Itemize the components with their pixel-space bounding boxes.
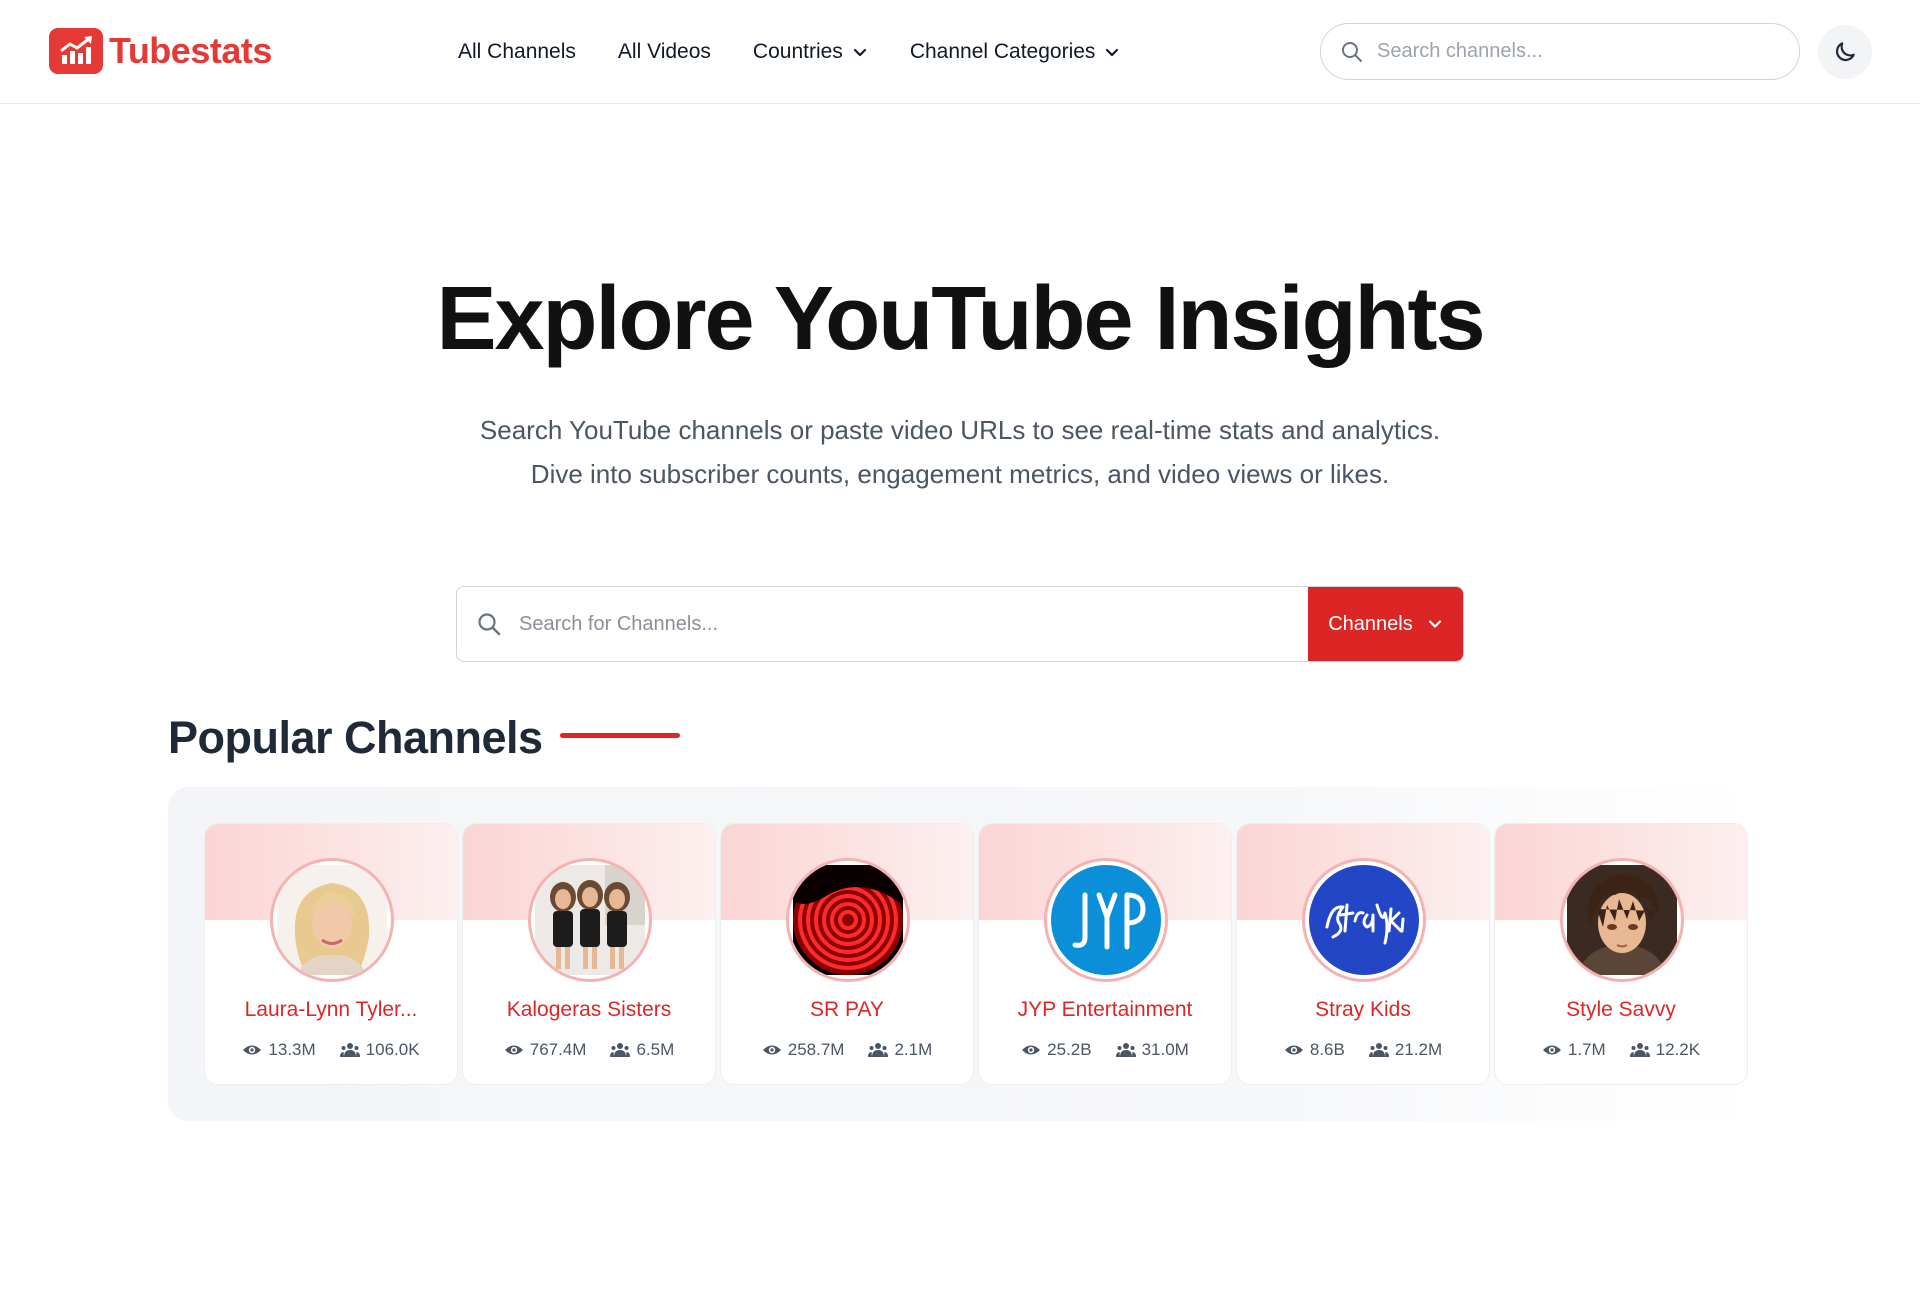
views-stat: 25.2B bbox=[1021, 1040, 1092, 1060]
top-navbar: Tubestats All Channels All Videos Countr… bbox=[0, 0, 1920, 104]
channel-name: Stray Kids bbox=[1315, 998, 1411, 1021]
eye-icon bbox=[1542, 1045, 1561, 1055]
users-icon bbox=[1629, 1043, 1650, 1057]
channel-card[interactable]: Style Savvy 1.7M 12.2K bbox=[1494, 823, 1748, 1085]
users-icon bbox=[339, 1043, 360, 1057]
nav-countries-dropdown[interactable]: Countries bbox=[753, 40, 868, 64]
popular-channels-heading: Popular Channels bbox=[168, 712, 543, 763]
moon-icon bbox=[1835, 42, 1855, 62]
views-count: 767.4M bbox=[529, 1040, 587, 1059]
subscribers-stat: 21.2M bbox=[1368, 1040, 1443, 1060]
channel-avatar bbox=[528, 858, 652, 982]
nav-all-channels[interactable]: All Channels bbox=[458, 40, 576, 64]
subscribers-count: 106.0K bbox=[365, 1040, 420, 1059]
nav-all-videos[interactable]: All Videos bbox=[618, 40, 711, 64]
subscribers-count: 6.5M bbox=[636, 1040, 675, 1059]
views-count: 13.3M bbox=[268, 1040, 316, 1059]
eye-icon bbox=[504, 1045, 523, 1055]
nav-item-label: Countries bbox=[752, 40, 843, 63]
subscribers-stat: 106.0K bbox=[339, 1040, 420, 1060]
channel-name: SR PAY bbox=[810, 998, 884, 1021]
chevron-down-icon bbox=[1106, 48, 1119, 57]
chart-logo-icon bbox=[49, 28, 103, 74]
users-icon bbox=[1368, 1043, 1389, 1057]
views-stat: 8.6B bbox=[1284, 1040, 1345, 1060]
header-search-box bbox=[1320, 23, 1800, 80]
users-icon bbox=[1115, 1043, 1136, 1057]
main-search-bar: Channels bbox=[456, 586, 1464, 662]
channel-card-list: Laura-Lynn Tyler... 13.3M 106.0K Kaloger… bbox=[204, 823, 1748, 1085]
channel-stats: 13.3M 106.0K bbox=[205, 1040, 457, 1060]
chevron-down-icon bbox=[1428, 620, 1441, 628]
subscribers-stat: 31.0M bbox=[1115, 1040, 1189, 1060]
main-search-input[interactable] bbox=[519, 612, 1308, 636]
eye-icon bbox=[1022, 1045, 1041, 1055]
channel-avatar bbox=[270, 858, 394, 982]
subscribers-count: 12.2K bbox=[1655, 1040, 1701, 1059]
views-stat: 767.4M bbox=[504, 1040, 587, 1060]
hero-subtitle: Search YouTube channels or paste video U… bbox=[0, 408, 1920, 496]
brand-logo[interactable]: Tubestats bbox=[49, 28, 272, 74]
subscribers-stat: 6.5M bbox=[610, 1040, 674, 1060]
subscribers-count: 2.1M bbox=[894, 1040, 933, 1059]
channel-stats: 767.4M 6.5M bbox=[463, 1040, 715, 1060]
channel-avatar bbox=[1044, 858, 1168, 982]
views-stat: 1.7M bbox=[1542, 1040, 1606, 1060]
eye-icon bbox=[243, 1045, 262, 1055]
search-icon bbox=[477, 612, 501, 636]
main-nav: All Channels All Videos Countries Channe… bbox=[458, 0, 1120, 104]
channel-avatar bbox=[1302, 858, 1426, 982]
channel-name: Kalogeras Sisters bbox=[506, 998, 672, 1021]
channel-name: Style Savvy bbox=[1566, 998, 1676, 1021]
channel-card[interactable]: Laura-Lynn Tyler... 13.3M 106.0K bbox=[204, 823, 458, 1085]
subscribers-count: 31.0M bbox=[1141, 1040, 1189, 1059]
users-icon bbox=[868, 1043, 889, 1057]
channel-avatar bbox=[1560, 858, 1684, 982]
channel-name: Laura-Lynn Tyler... bbox=[244, 998, 418, 1021]
channel-card[interactable]: JYP Entertainment 25.2B 31.0M bbox=[978, 823, 1232, 1085]
eye-icon bbox=[762, 1045, 781, 1055]
subscribers-stat: 2.1M bbox=[868, 1040, 932, 1060]
channel-name: JYP Entertainment bbox=[1017, 998, 1193, 1021]
channel-avatar bbox=[786, 858, 910, 982]
channel-stats: 258.7M 2.1M bbox=[721, 1040, 973, 1060]
subscribers-stat: 12.2K bbox=[1629, 1040, 1701, 1060]
users-icon bbox=[610, 1043, 631, 1057]
channel-card[interactable]: Kalogeras Sisters 767.4M 6.5M bbox=[462, 823, 716, 1085]
channel-card[interactable]: Stray Kids 8.6B 21.2M bbox=[1236, 823, 1490, 1085]
nav-item-label: All Channels bbox=[458, 40, 576, 63]
brand-name: Tubestats bbox=[109, 30, 272, 71]
heading-underline bbox=[560, 733, 680, 738]
hero-title: Explore YouTube Insights bbox=[436, 269, 1485, 369]
subscribers-count: 21.2M bbox=[1394, 1040, 1443, 1059]
search-type-label: Channels bbox=[1328, 612, 1413, 635]
views-count: 1.7M bbox=[1567, 1040, 1606, 1059]
search-icon bbox=[1342, 41, 1362, 62]
theme-toggle-button[interactable] bbox=[1818, 25, 1872, 79]
nav-channel-categories-dropdown[interactable]: Channel Categories bbox=[910, 40, 1121, 64]
channel-stats: 1.7M 12.2K bbox=[1495, 1040, 1747, 1060]
header-search-input[interactable] bbox=[1377, 40, 1757, 63]
channel-card[interactable]: SR PAY 258.7M 2.1M bbox=[720, 823, 974, 1085]
nav-item-label: All Videos bbox=[617, 40, 711, 63]
hero-subtitle-line: Dive into subscriber counts, engagement … bbox=[530, 459, 1390, 489]
views-stat: 258.7M bbox=[762, 1040, 845, 1060]
hero-subtitle-line: Search YouTube channels or paste video U… bbox=[479, 415, 1441, 445]
search-type-dropdown[interactable]: Channels bbox=[1308, 587, 1463, 661]
channel-stats: 8.6B 21.2M bbox=[1237, 1040, 1489, 1060]
chevron-down-icon bbox=[853, 48, 866, 57]
views-count: 8.6B bbox=[1309, 1040, 1345, 1059]
views-count: 25.2B bbox=[1047, 1040, 1092, 1059]
views-count: 258.7M bbox=[787, 1040, 845, 1059]
views-stat: 13.3M bbox=[242, 1040, 316, 1060]
eye-icon bbox=[1284, 1045, 1303, 1055]
channel-stats: 25.2B 31.0M bbox=[979, 1040, 1231, 1060]
nav-item-label: Channel Categories bbox=[909, 40, 1096, 63]
